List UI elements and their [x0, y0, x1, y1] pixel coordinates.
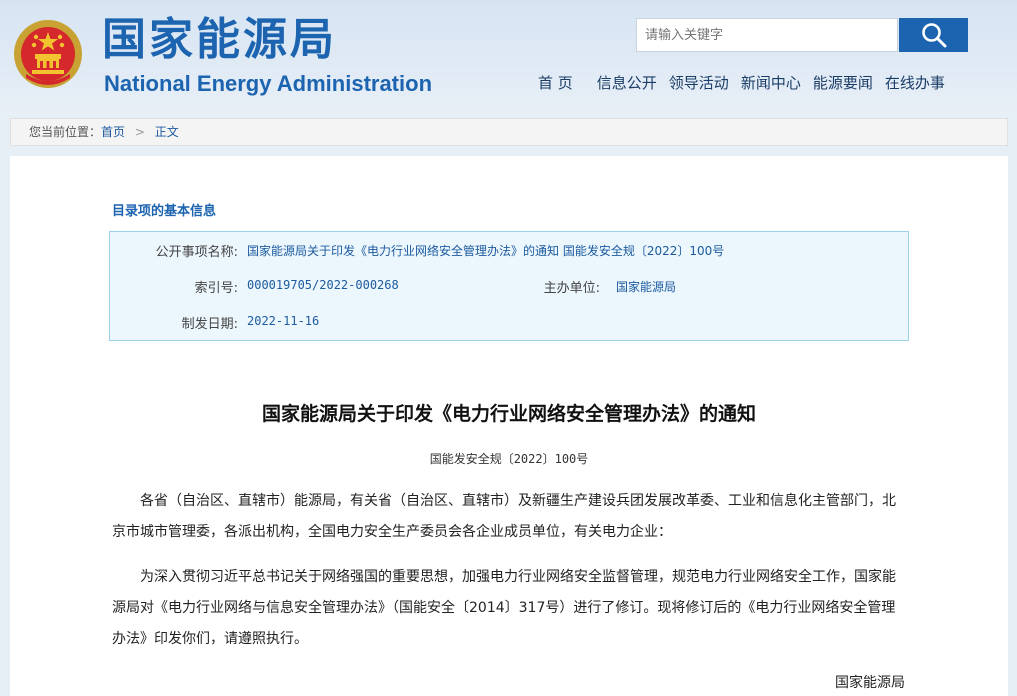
site-header: 国家能源局 National Energy Administration 首 页… [0, 0, 1017, 115]
org-label: 主办单位: [543, 281, 600, 296]
main-nav: 首 页 信息公开 领导活动 新闻中心 能源要闻 在线办事 [538, 72, 957, 94]
national-emblem-icon [14, 20, 82, 88]
document-signature: 国家能源局 [835, 675, 905, 691]
breadcrumb-current[interactable]: 正文 [155, 125, 179, 139]
item-name-value: 国家能源局关于印发《电力行业网络安全管理办法》的通知 国能发安全规〔2022〕1… [247, 244, 725, 258]
document-number: 国能发安全规〔2022〕100号 [429, 452, 589, 466]
catalog-info-box: 公开事项名称: 国家能源局关于印发《电力行业网络安全管理办法》的通知 国能发安全… [109, 231, 909, 341]
site-title-en: National Energy Administration [104, 71, 433, 96]
nav-info-disclosure[interactable]: 信息公开 [597, 72, 657, 94]
search-button[interactable] [899, 18, 968, 52]
site-title-cn: 国家能源局 [102, 14, 337, 65]
catalog-section-title: 目录项的基本信息 [112, 204, 217, 219]
document-paragraph-1: 各省（自治区、直辖市）能源局，有关省（自治区、直辖市）及新疆生产建设兵团发展改革… [112, 493, 896, 540]
index-value: 000019705/2022-000268 [247, 278, 399, 292]
search-icon [921, 23, 946, 48]
nav-leadership-activities[interactable]: 领导活动 [669, 72, 729, 94]
date-value: 2022-11-16 [247, 314, 320, 328]
main-content: 目录项的基本信息 公开事项名称: 国家能源局关于印发《电力行业网络安全管理办法》… [10, 156, 1008, 696]
breadcrumb-prefix: 您当前位置： [29, 125, 102, 139]
breadcrumb: 您当前位置：首页 > 正文 [10, 118, 1008, 146]
document-title: 国家能源局关于印发《电力行业网络安全管理办法》的通知 [261, 403, 756, 425]
document-paragraph-2: 为深入贯彻习近平总书记关于网络强国的重要思想，加强电力行业网络安全监督管理，规范… [112, 569, 896, 647]
index-label: 索引号: [194, 281, 238, 296]
nav-news-center[interactable]: 新闻中心 [741, 72, 801, 94]
nav-home[interactable]: 首 页 [538, 72, 573, 94]
date-label: 制发日期: [181, 317, 238, 332]
breadcrumb-home-link[interactable]: 首页 [101, 125, 125, 139]
item-name-label: 公开事项名称: [155, 245, 238, 260]
nav-energy-news[interactable]: 能源要闻 [813, 72, 873, 94]
search-input[interactable] [636, 18, 898, 52]
breadcrumb-separator: > [134, 125, 145, 139]
org-value: 国家能源局 [616, 280, 677, 294]
nav-online-services[interactable]: 在线办事 [885, 72, 945, 94]
